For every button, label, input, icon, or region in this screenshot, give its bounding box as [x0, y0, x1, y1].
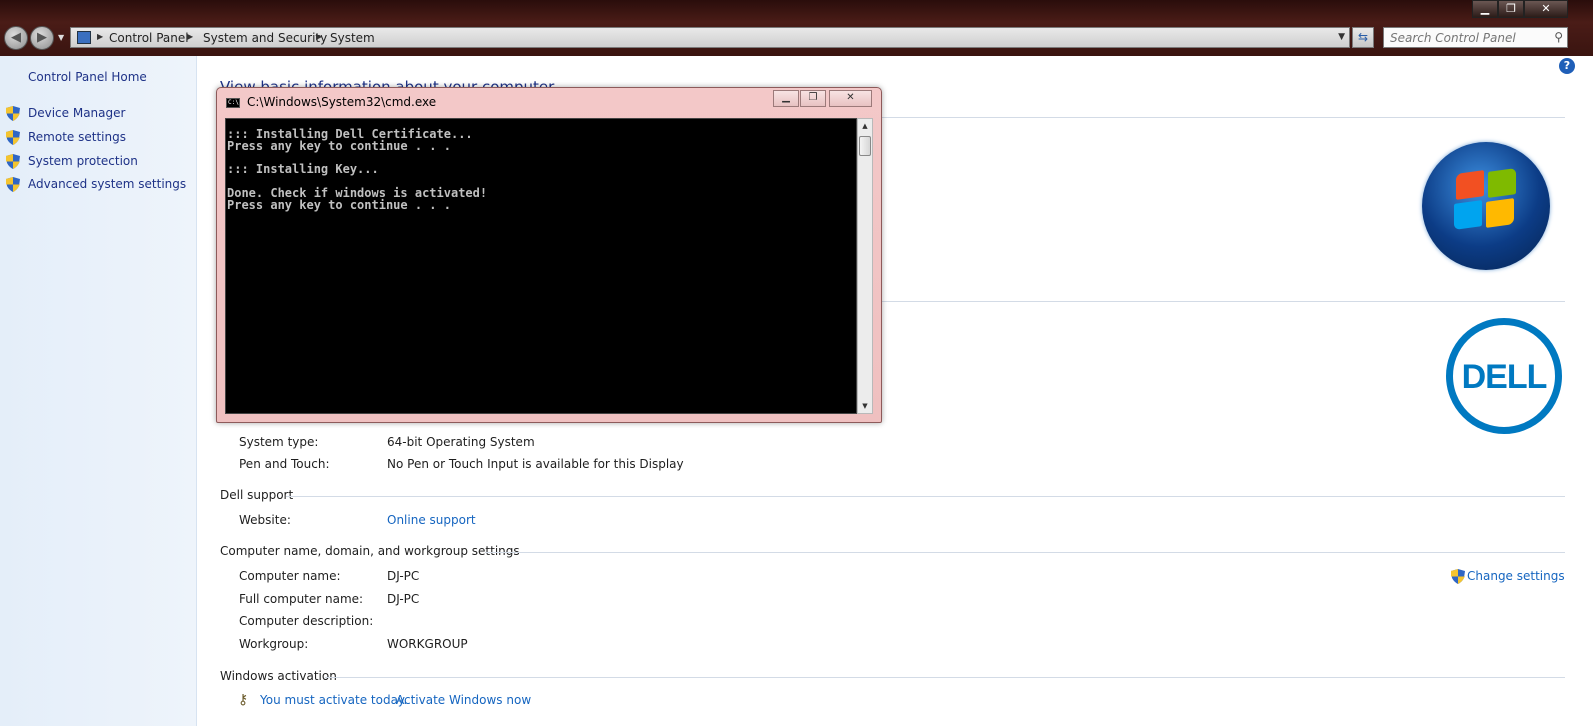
- breadcrumb-system[interactable]: System: [330, 31, 375, 45]
- pen-touch-value: No Pen or Touch Input is available for t…: [387, 457, 684, 471]
- dell-logo-text: DELL: [1461, 358, 1548, 396]
- workgroup-label: Workgroup:: [239, 637, 309, 651]
- breadcrumb-separator-icon[interactable]: ▶: [187, 32, 193, 41]
- system-type-label: System type:: [239, 435, 319, 449]
- breadcrumb-system-and-security[interactable]: System and Security: [203, 31, 327, 45]
- help-icon[interactable]: ?: [1559, 58, 1575, 74]
- change-settings-label: Change settings: [1467, 569, 1565, 583]
- maximize-button[interactable]: ❐: [1498, 0, 1524, 18]
- shield-icon: [6, 130, 20, 145]
- website-label: Website:: [239, 513, 291, 527]
- divider: [485, 552, 1565, 553]
- full-computer-name-value: DJ-PC: [387, 592, 420, 606]
- flag-red: [1456, 170, 1484, 200]
- cmd-icon: C:\: [226, 98, 240, 108]
- cmd-window[interactable]: C:\ C:\Windows\System32\cmd.exe ▁ ❐ ✕ ::…: [216, 87, 882, 423]
- computer-name-label: Computer name:: [239, 569, 341, 583]
- forward-button[interactable]: ▶: [30, 26, 54, 50]
- computer-description-label: Computer description:: [239, 614, 374, 628]
- windows-activation-heading: Windows activation: [220, 669, 337, 683]
- breadcrumb-control-panel[interactable]: Control Panel: [109, 31, 189, 45]
- windows-logo: [1422, 142, 1550, 270]
- forward-arrow-icon: ▶: [37, 30, 47, 45]
- scroll-down-arrow-icon[interactable]: ▼: [858, 399, 872, 413]
- system-type-value: 64-bit Operating System: [387, 435, 535, 449]
- cmd-scrollbar[interactable]: ▲ ▼: [857, 118, 873, 414]
- scroll-up-arrow-icon[interactable]: ▲: [858, 119, 872, 133]
- left-navigation-pane: Control Panel Home Device Manager Remote…: [0, 56, 197, 726]
- key-icon: ⚷: [238, 692, 249, 708]
- control-panel-icon: [77, 31, 91, 44]
- search-box[interactable]: ⚲: [1383, 27, 1568, 48]
- divider: [286, 496, 1565, 497]
- cmd-output: ::: Installing Dell Certificate... Press…: [227, 128, 487, 212]
- refresh-button[interactable]: ⇆: [1352, 27, 1374, 48]
- shield-icon: [6, 154, 20, 169]
- flag-blue: [1454, 200, 1482, 230]
- computer-name-value: DJ-PC: [387, 569, 420, 583]
- activation-message[interactable]: You must activate today.: [260, 693, 407, 707]
- scrollbar-thumb[interactable]: [859, 136, 871, 156]
- breadcrumb-separator-icon[interactable]: ▶: [316, 32, 322, 41]
- search-icon[interactable]: ⚲: [1554, 30, 1563, 44]
- cmd-line: ::: Installing Key...: [227, 162, 379, 177]
- cmd-maximize-button[interactable]: ❐: [800, 90, 826, 107]
- system-protection-label: System protection: [28, 154, 138, 168]
- search-input[interactable]: [1390, 30, 1540, 45]
- device-manager-label: Device Manager: [28, 106, 126, 120]
- control-panel-home-link[interactable]: Control Panel Home: [28, 70, 147, 84]
- address-dropdown-icon[interactable]: ▼: [1338, 32, 1345, 42]
- activate-windows-now-link[interactable]: Activate Windows now: [396, 693, 531, 707]
- shield-icon: [6, 177, 20, 192]
- shield-icon: [6, 106, 20, 121]
- full-computer-name-label: Full computer name:: [239, 592, 364, 606]
- recent-pages-dropdown-icon[interactable]: ▼: [58, 33, 64, 42]
- back-button[interactable]: ◀: [4, 26, 28, 50]
- divider: [325, 677, 1565, 678]
- refresh-icon: ⇆: [1357, 30, 1369, 44]
- cmd-line: Press any key to continue . . .: [227, 197, 451, 212]
- flag-yellow: [1486, 198, 1514, 228]
- remote-settings-label: Remote settings: [28, 130, 126, 144]
- cmd-line: Press any key to continue . . .: [227, 138, 451, 153]
- computer-name-heading: Computer name, domain, and workgroup set…: [220, 544, 520, 558]
- close-button[interactable]: ✕: [1524, 0, 1568, 18]
- pen-touch-label: Pen and Touch:: [239, 457, 330, 471]
- cmd-minimize-button[interactable]: ▁: [773, 90, 799, 107]
- address-bar[interactable]: ▶ Control Panel ▶ System and Security ▶ …: [70, 27, 1350, 48]
- shield-icon: [1451, 569, 1465, 584]
- cmd-close-button[interactable]: ✕: [829, 90, 872, 107]
- dell-support-heading: Dell support: [220, 488, 294, 502]
- flag-green: [1488, 168, 1516, 198]
- online-support-link[interactable]: Online support: [387, 513, 476, 527]
- workgroup-value: WORKGROUP: [387, 637, 468, 651]
- minimize-button[interactable]: ▁: [1472, 0, 1498, 18]
- cmd-console[interactable]: ::: Installing Dell Certificate... Press…: [225, 118, 857, 414]
- dell-logo: DELL: [1446, 318, 1562, 434]
- advanced-system-settings-label: Advanced system settings: [28, 177, 187, 191]
- breadcrumb-separator-icon[interactable]: ▶: [97, 32, 103, 41]
- cmd-title: C:\Windows\System32\cmd.exe: [247, 95, 437, 109]
- window-chrome: ▁ ❐ ✕ ◀ ▶ ▼ ▶ Control Panel ▶ System and…: [0, 0, 1593, 56]
- back-arrow-icon: ◀: [11, 30, 21, 45]
